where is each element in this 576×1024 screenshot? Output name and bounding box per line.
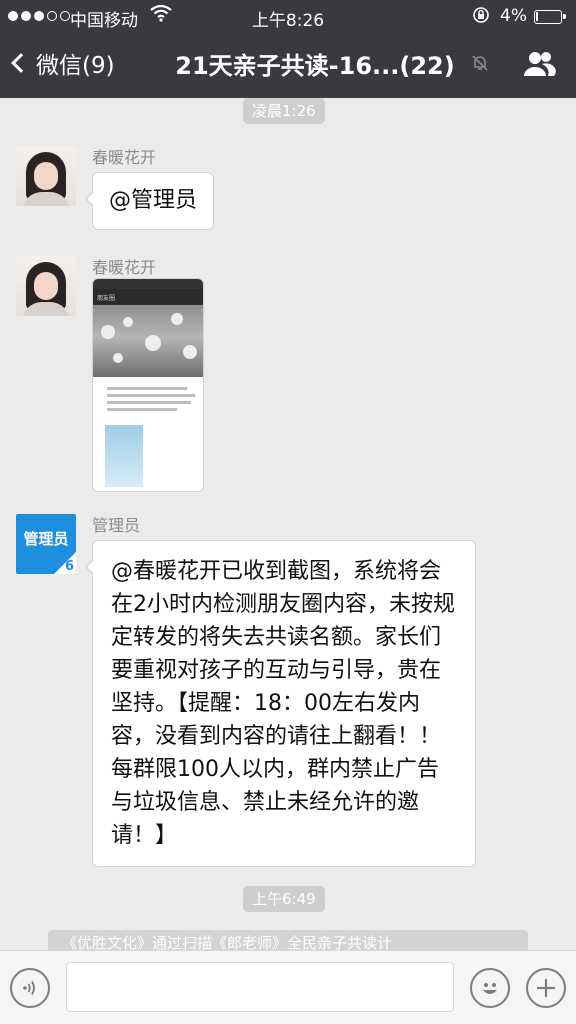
message-input[interactable] (66, 962, 454, 1012)
chat-title: 21天亲子共读-16...(22) (175, 52, 455, 80)
admin-avatar-badge: 6 (64, 559, 74, 574)
timestamp: 上午6:49 (243, 886, 325, 912)
voice-icon (23, 981, 35, 995)
message-bubble[interactable]: @管理员 (84, 172, 215, 230)
top-bar: 中国移动 上午8:26 4% 微信(9) 21天亲子共读-16...(22) (0, 0, 576, 98)
image-message[interactable]: 朋友圈 (92, 278, 204, 492)
mute-icon (470, 53, 490, 77)
image-caption: 朋友圈 (93, 289, 203, 305)
emoji-button[interactable] (470, 968, 510, 1008)
sender-name: 管理员 (92, 516, 141, 535)
voice-button[interactable] (10, 968, 50, 1008)
plus-icon (537, 979, 555, 997)
back-button[interactable]: 微信(9) (11, 46, 115, 80)
group-members-button[interactable] (522, 48, 556, 80)
nav-bar: 微信(9) 21天亲子共读-16...(22) (0, 34, 576, 98)
admin-avatar-label: 管理员 (23, 530, 69, 548)
message-bubble[interactable]: @春暖花开已收到截图，系统将会在2小时内检测朋友圈内容，未按规定转发的将失去共读… (85, 540, 476, 867)
people-icon (524, 52, 556, 76)
admin-avatar[interactable]: 管理员 6 (16, 514, 76, 574)
sender-name: 春暖花开 (92, 148, 157, 167)
battery-icon (534, 10, 566, 24)
status-bar: 中国移动 上午8:26 4% (0, 0, 576, 34)
input-bar (0, 950, 576, 1024)
message-text: @春暖花开已收到截图，系统将会在2小时内检测朋友圈内容，未按规定转发的将失去共读… (111, 559, 455, 848)
chat-area[interactable]: 凌晨1:26 春暖花开 @管理员 春暖花开 朋友圈 管理员 6 管理员 @春暖花… (0, 98, 576, 950)
avatar[interactable] (16, 256, 76, 316)
timestamp: 凌晨1:26 (243, 98, 325, 124)
rotation-lock-icon (472, 6, 490, 28)
chevron-left-icon (11, 53, 31, 73)
sender-name: 春暖花开 (92, 258, 157, 277)
message-text: @管理员 (109, 188, 198, 213)
back-label: 微信(9) (36, 53, 115, 79)
emoji-icon (483, 983, 497, 994)
more-button[interactable] (526, 968, 566, 1008)
battery-percent: 4% (500, 6, 527, 26)
avatar[interactable] (16, 146, 76, 206)
